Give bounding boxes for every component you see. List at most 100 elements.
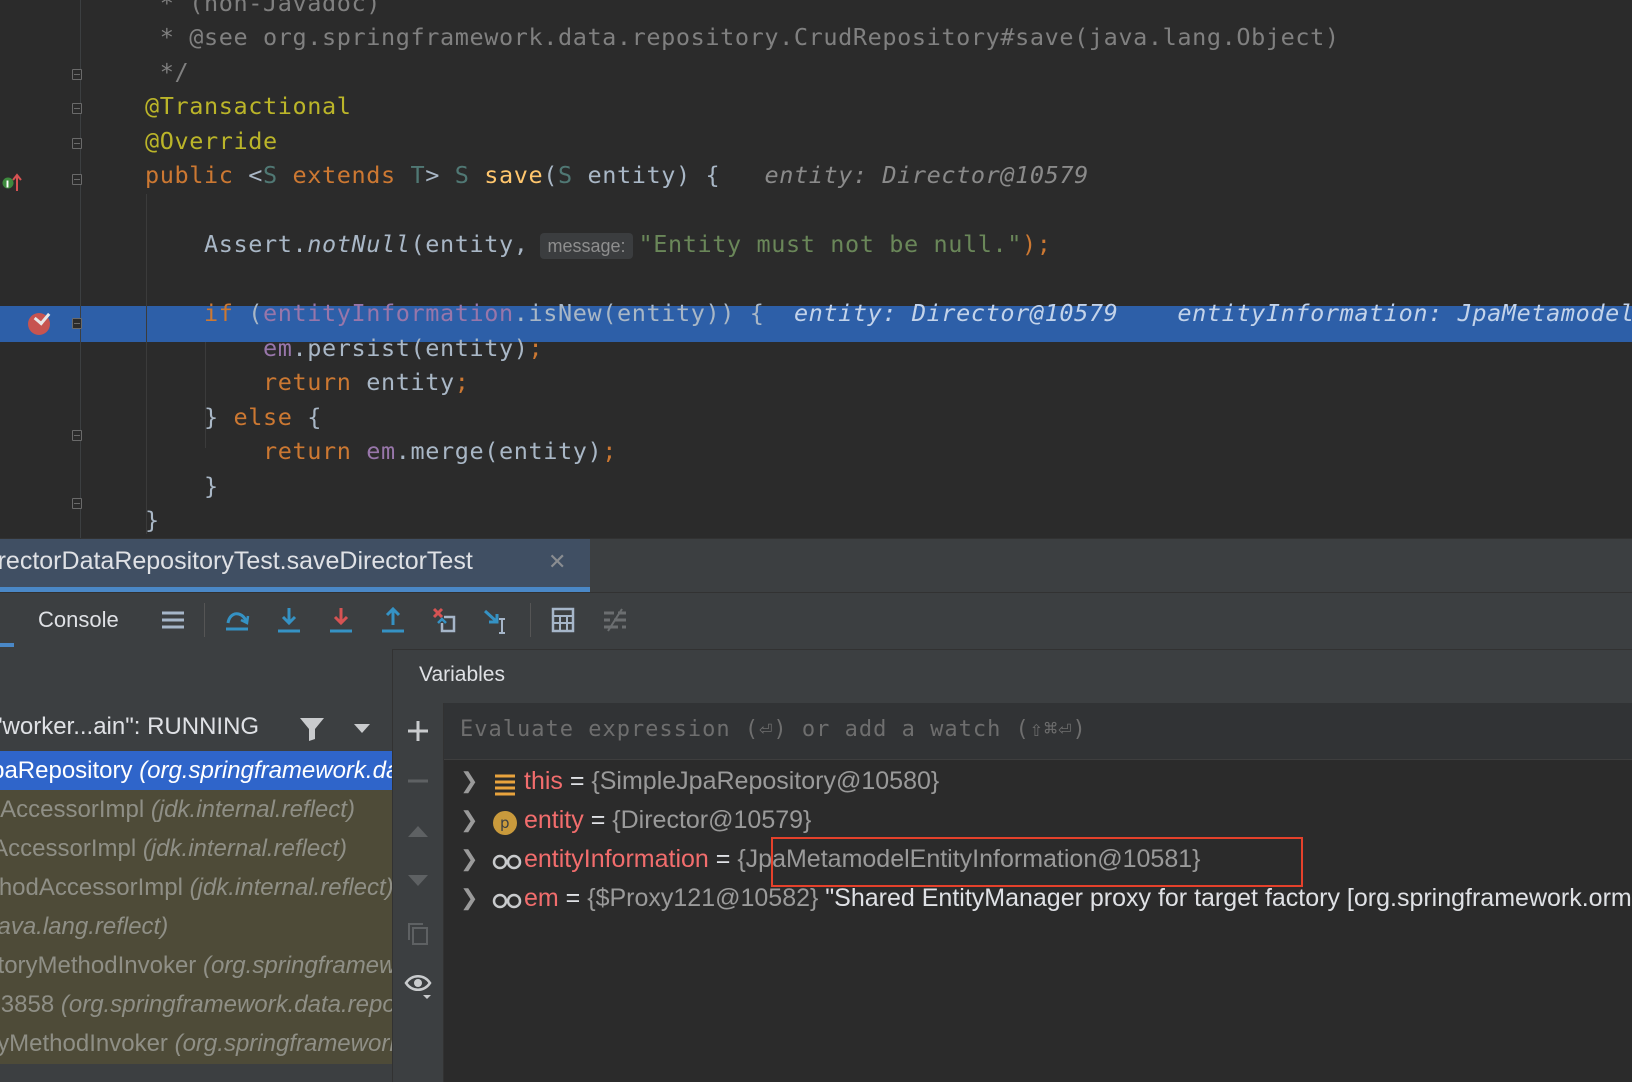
move-down-icon[interactable] bbox=[406, 869, 430, 893]
run-tab-bar: DirectorDataRepositoryTest.saveDirectorT… bbox=[0, 538, 1632, 593]
variable-text: entity = {Director@10579} bbox=[524, 800, 811, 840]
evaluate-placeholder: Evaluate expression (⏎) or add a watch (… bbox=[460, 717, 1087, 742]
variables-title: Variables bbox=[419, 663, 505, 686]
gutter-divider bbox=[80, 0, 81, 538]
fold-marker-icon[interactable] bbox=[72, 138, 82, 149]
stack-frame[interactable]: save:506, SimpleJpaRepository (org.sprin… bbox=[0, 751, 392, 791]
code-token: } bbox=[86, 506, 160, 534]
frame-package: (org.springframework.data.repository.cor… bbox=[202, 952, 392, 979]
chevron-right-icon[interactable]: ❯ bbox=[460, 839, 478, 879]
variable-value: {Director@10579} bbox=[612, 806, 812, 834]
code-token: ; bbox=[528, 334, 544, 362]
run-tab-label: DirectorDataRepositoryTest.saveDirectorT… bbox=[0, 547, 473, 575]
variable-description: "Shared EntityManager proxy for target f… bbox=[825, 884, 1632, 912]
watches-toggle-icon[interactable] bbox=[404, 971, 434, 1001]
run-to-cursor-icon[interactable] bbox=[482, 605, 512, 635]
inline-debug-value: entity: Director@10579 entityInformation… bbox=[793, 299, 1632, 327]
chevron-right-icon[interactable]: ❯ bbox=[460, 800, 478, 840]
chevron-right-icon[interactable]: ❯ bbox=[460, 761, 478, 801]
code-line: return em.merge(entity); bbox=[86, 433, 617, 469]
stack-frame[interactable]: invoke:-1, 1873983858 (org.springframewo… bbox=[0, 985, 392, 1025]
fold-marker-icon[interactable] bbox=[72, 430, 82, 441]
code-token: { bbox=[307, 403, 322, 431]
code-line: return entity; bbox=[86, 364, 469, 400]
variable-text: this = {SimpleJpaRepository@10580} bbox=[524, 761, 939, 801]
code-token: em bbox=[262, 334, 293, 362]
stack-frame[interactable]: invoke0:-1, NativeMethodAccessorImpl (jd… bbox=[0, 790, 392, 830]
evaluate-expression-icon[interactable] bbox=[548, 605, 578, 635]
run-configuration-tab[interactable]: DirectorDataRepositoryTest.saveDirectorT… bbox=[0, 539, 590, 593]
code-editor[interactable]: I * (non-Javadoc) * @see org.springframe… bbox=[0, 0, 1632, 538]
fold-marker-icon[interactable] bbox=[72, 318, 82, 329]
code-token: entity) { bbox=[572, 161, 750, 189]
move-up-icon[interactable] bbox=[406, 819, 430, 843]
chevron-right-icon[interactable]: ❯ bbox=[460, 878, 478, 918]
thread-selector[interactable]: "worker...ain": RUNNING bbox=[0, 703, 392, 751]
frame-package: (org.springframework.data.repository.cor… bbox=[60, 991, 392, 1018]
field-watch-icon bbox=[492, 847, 522, 873]
variable-name: entity bbox=[524, 806, 584, 834]
code-token: .merge(entity) bbox=[395, 437, 603, 465]
close-icon[interactable]: ✕ bbox=[548, 549, 566, 575]
stack-frame[interactable]: invoke:62, NativeMethodAccessorImpl (jdk… bbox=[0, 829, 392, 869]
code-token: save bbox=[484, 161, 544, 189]
breakpoint-icon[interactable] bbox=[28, 313, 50, 335]
frame-method: invoke:-1, 1873983858 bbox=[0, 991, 55, 1018]
drop-frame-icon[interactable] bbox=[430, 605, 460, 635]
code-token: return bbox=[262, 368, 367, 396]
show-execution-point-icon[interactable] bbox=[222, 605, 252, 635]
evaluate-expression-field[interactable]: Evaluate expression (⏎) or add a watch (… bbox=[444, 703, 1632, 760]
fold-marker-icon[interactable] bbox=[72, 498, 82, 509]
code-token: S bbox=[454, 161, 470, 189]
code-token: .persist(entity) bbox=[292, 334, 529, 362]
trace-current-stream-icon[interactable] bbox=[600, 605, 630, 635]
code-token: ( bbox=[543, 161, 558, 189]
frame-method: invoke:62, NativeMethodAccessorImpl bbox=[0, 835, 137, 862]
variable-value: {SimpleJpaRepository@10580} bbox=[591, 767, 940, 795]
code-token: ; bbox=[454, 368, 470, 396]
code-token: * @see org.springframework.data.reposito… bbox=[86, 23, 1340, 51]
tab-console[interactable]: Console bbox=[0, 593, 136, 649]
fold-marker-icon[interactable] bbox=[72, 103, 82, 114]
remove-watch-icon[interactable] bbox=[406, 769, 430, 793]
step-into-icon[interactable] bbox=[274, 605, 304, 635]
stack-frame[interactable]: lambda$new$0:289, RepositoryMethodInvoke… bbox=[0, 946, 392, 986]
stack-frame[interactable]: invoke:566, Method (java.lang.reflect) bbox=[0, 907, 392, 947]
variable-row[interactable]: ❯ p entity = {Director@10579} bbox=[444, 800, 1632, 840]
code-token: return bbox=[262, 437, 367, 465]
frames-panel: "worker...ain": RUNNING save:506, Simple… bbox=[0, 649, 393, 1082]
chevron-down-icon[interactable] bbox=[352, 721, 372, 735]
code-token: entity bbox=[366, 368, 455, 396]
variables-side-toolbar bbox=[393, 703, 444, 1082]
implements-method-icon[interactable]: I bbox=[2, 171, 24, 199]
code-token: } bbox=[86, 472, 219, 500]
frame-method: lambda$new$0:289, RepositoryMethodInvoke… bbox=[0, 952, 197, 979]
fold-marker-icon[interactable] bbox=[72, 69, 82, 80]
filter-icon[interactable] bbox=[298, 715, 326, 743]
duplicate-watch-icon[interactable] bbox=[406, 921, 430, 947]
stack-frame[interactable]: invoke:43, DelegatingMethodAccessorImpl … bbox=[0, 868, 392, 908]
variable-value: {$Proxy121@10582} bbox=[587, 884, 819, 912]
layout-menu-icon[interactable] bbox=[158, 605, 188, 635]
force-step-into-icon[interactable] bbox=[326, 605, 356, 635]
highlight-annotation-box bbox=[771, 837, 1303, 887]
code-line: if (entityInformation.isNew(entity)) { e… bbox=[86, 295, 1632, 331]
frame-package: (java.lang.reflect) bbox=[0, 913, 169, 940]
add-watch-icon[interactable] bbox=[406, 719, 430, 743]
step-out-icon[interactable] bbox=[378, 605, 408, 635]
variable-row[interactable]: ❯ this = {SimpleJpaRepository@10580} bbox=[444, 761, 1632, 801]
code-line: * (non-Javadoc) bbox=[86, 0, 381, 21]
code-token: ); bbox=[1021, 230, 1052, 258]
toolbar-separator bbox=[204, 603, 205, 637]
code-token: ; bbox=[602, 437, 617, 465]
code-line: } else { bbox=[86, 399, 322, 435]
stack-frame[interactable]: doInvoke:137, RepositoryMethodInvoker (o… bbox=[0, 1024, 392, 1064]
code-line: public <S extends T> S save(S entity) { … bbox=[86, 157, 1089, 193]
code-token: S bbox=[262, 161, 278, 189]
variable-name: this bbox=[524, 767, 563, 795]
code-token: public bbox=[86, 161, 249, 189]
fold-marker-icon[interactable] bbox=[72, 174, 82, 185]
